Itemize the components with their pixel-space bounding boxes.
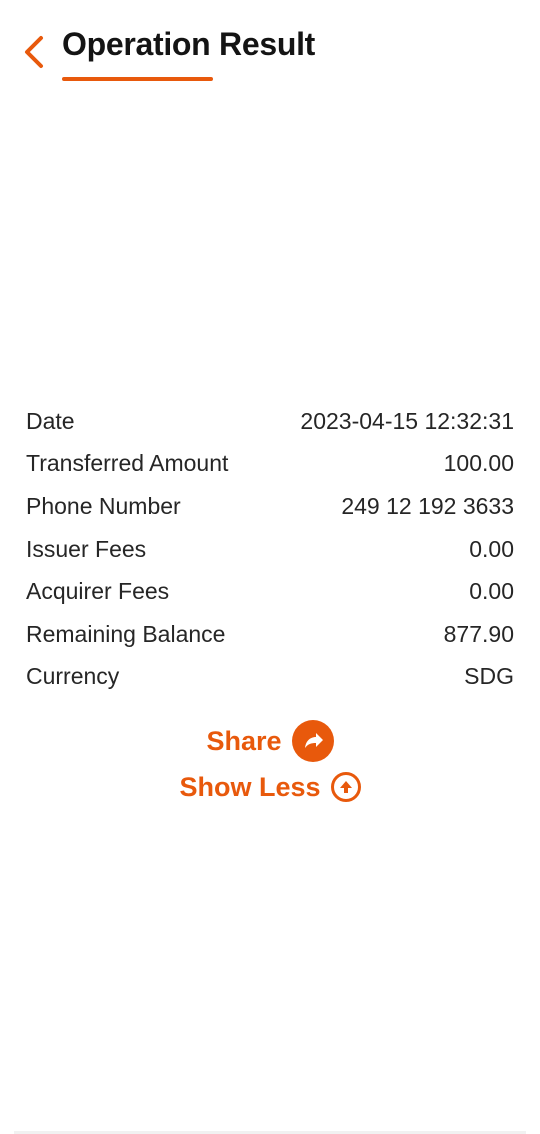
detail-row-currency: Currency SDG	[26, 656, 514, 699]
header: Operation Result	[0, 0, 540, 100]
detail-row-remaining-balance: Remaining Balance 877.90	[26, 613, 514, 656]
back-button[interactable]	[14, 30, 54, 74]
detail-value: 0.00	[469, 535, 514, 562]
detail-row-issuer-fees: Issuer Fees 0.00	[26, 528, 514, 571]
detail-row-date: Date 2023-04-15 12:32:31	[26, 400, 514, 443]
page-title: Operation Result	[62, 26, 316, 62]
detail-value: 877.90	[443, 620, 514, 647]
detail-label: Remaining Balance	[26, 620, 226, 647]
detail-row-phone-number: Phone Number 249 12 192 3633	[26, 485, 514, 528]
detail-label: Transferred Amount	[26, 450, 229, 477]
show-less-label: Show Less	[179, 771, 321, 802]
detail-row-transferred-amount: Transferred Amount 100.00	[26, 443, 514, 486]
detail-label: Acquirer Fees	[26, 578, 170, 605]
details-list: Date 2023-04-15 12:32:31 Transferred Amo…	[26, 400, 514, 698]
actions: Share Show Less	[0, 718, 540, 810]
arrow-up-circle-icon	[330, 772, 361, 802]
detail-label: Phone Number	[26, 492, 181, 519]
share-button[interactable]: Share	[0, 718, 540, 764]
show-less-button[interactable]: Show Less	[0, 764, 540, 810]
share-label: Share	[206, 725, 282, 756]
detail-value: 100.00	[443, 450, 514, 477]
share-icon	[291, 720, 334, 762]
detail-value: SDG	[464, 663, 514, 690]
detail-value: 2023-04-15 12:32:31	[300, 407, 514, 434]
detail-value: 0.00	[469, 578, 514, 605]
chevron-left-icon	[25, 36, 43, 68]
detail-label: Date	[26, 407, 75, 434]
detail-value: 249 12 192 3633	[341, 492, 514, 519]
detail-label: Currency	[26, 663, 120, 690]
detail-row-acquirer-fees: Acquirer Fees 0.00	[26, 570, 514, 613]
detail-label: Issuer Fees	[26, 535, 147, 562]
title-underline	[62, 77, 213, 81]
